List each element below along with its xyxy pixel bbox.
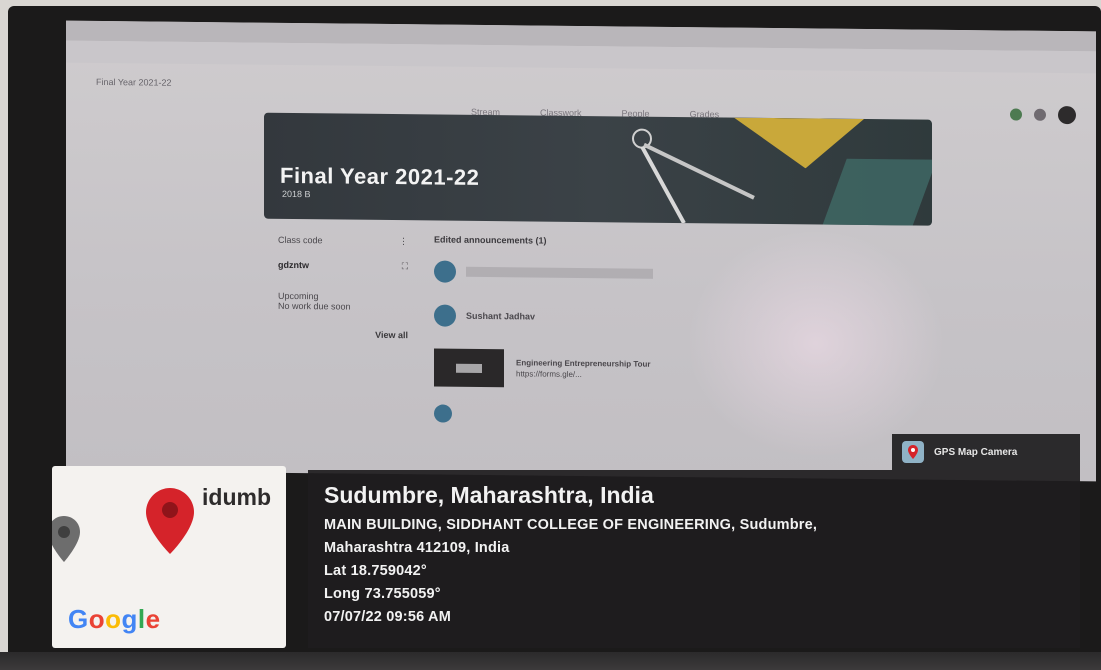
- map-place-label: idumb: [202, 484, 271, 510]
- class-section: 2018 B: [282, 188, 311, 200]
- laptop-screen: Final Year 2021-22 Stream Classwork Peop…: [66, 20, 1096, 482]
- expand-icon[interactable]: ⛶: [402, 261, 408, 272]
- settings-icon[interactable]: [1010, 108, 1022, 121]
- compass-illustration: [632, 128, 755, 225]
- avatar: [434, 304, 456, 327]
- screen-glare: [686, 227, 946, 460]
- header-actions: [1010, 104, 1076, 125]
- post-author: Sushant Jadhav: [466, 310, 536, 322]
- address-line-2: Maharashtra 412109, India: [324, 540, 510, 556]
- google-logo: Google: [68, 604, 161, 634]
- laptop-bezel: [0, 652, 1101, 670]
- gps-camera-label: GPS Map Camera: [934, 446, 1018, 458]
- map-thumbnail: idumb Google: [52, 466, 286, 648]
- gps-camera-badge: GPS Map Camera: [892, 434, 1080, 470]
- map-pin-gray-icon: [52, 516, 80, 562]
- more-icon[interactable]: ⋮: [399, 236, 408, 247]
- attachment-url: https://forms.gle/...: [516, 369, 582, 380]
- class-sidebar: Class code ⋮ gdzntw ⛶ Upcoming No work d…: [278, 235, 408, 340]
- address-line-1: MAIN BUILDING, SIDDHANT COLLEGE OF ENGIN…: [324, 517, 818, 533]
- avatar: [434, 404, 452, 423]
- banner-decoration-green: [821, 158, 932, 226]
- location-title: Sudumbre, Maharashtra, India: [324, 482, 654, 508]
- gps-camera-icon: [902, 441, 924, 463]
- latitude: Lat 18.759042°: [324, 563, 427, 579]
- classroom-header-title[interactable]: Final Year 2021-22: [96, 77, 172, 88]
- map-pin-red-icon: [146, 488, 194, 554]
- class-title: Final Year 2021-22: [280, 162, 480, 190]
- class-banner: Final Year 2021-22 2018 B: [264, 112, 932, 226]
- view-all-link[interactable]: View all: [278, 329, 408, 340]
- avatar: [434, 260, 456, 283]
- avatar[interactable]: [1058, 105, 1076, 125]
- datetime-stamp: 07/07/22 09:56 AM: [324, 609, 451, 625]
- class-code-value: gdzntw: [278, 259, 309, 271]
- apps-icon[interactable]: [1034, 108, 1046, 121]
- upcoming-text: No work due soon: [278, 300, 351, 312]
- attachment-thumbnail: [434, 348, 504, 388]
- class-code-label: Class code: [278, 234, 323, 246]
- longitude: Long 73.755059°: [324, 586, 441, 602]
- location-info-panel: Sudumbre, Maharashtra, India MAIN BUILDI…: [308, 470, 1080, 648]
